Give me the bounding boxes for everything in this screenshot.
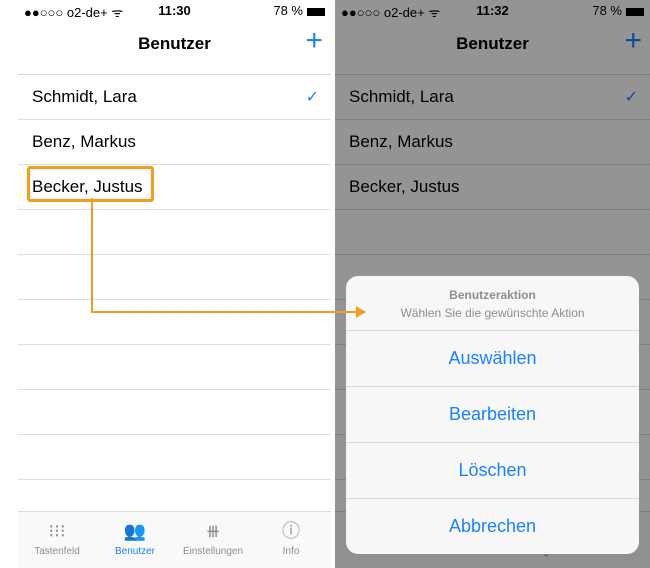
arrow-line (91, 198, 356, 313)
arrow-head-icon (356, 306, 366, 318)
annotation-arrow (91, 198, 366, 318)
